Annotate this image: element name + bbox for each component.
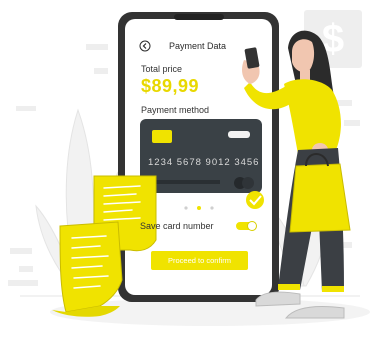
- payment-illustration: $ Payment Data Total price $89,99 Paymen…: [0, 0, 375, 336]
- payment-method-label: Payment method: [141, 105, 210, 115]
- proceed-label: Proceed to confirm: [168, 256, 231, 265]
- credit-card: [140, 119, 262, 193]
- page-title: Payment Data: [169, 41, 227, 51]
- toggle-knob: [247, 221, 257, 231]
- card-number[interactable]: 1234 5678 9012 3456: [148, 157, 259, 168]
- total-price-label: Total price: [141, 64, 183, 74]
- save-card-toggle[interactable]: [236, 221, 257, 231]
- total-price-value: $89,99: [141, 76, 200, 96]
- back-arrow-icon[interactable]: [139, 40, 151, 52]
- save-card-label: Save card number: [140, 221, 214, 231]
- check-icon: [246, 191, 264, 209]
- proceed-button[interactable]: Proceed to confirm: [151, 251, 248, 270]
